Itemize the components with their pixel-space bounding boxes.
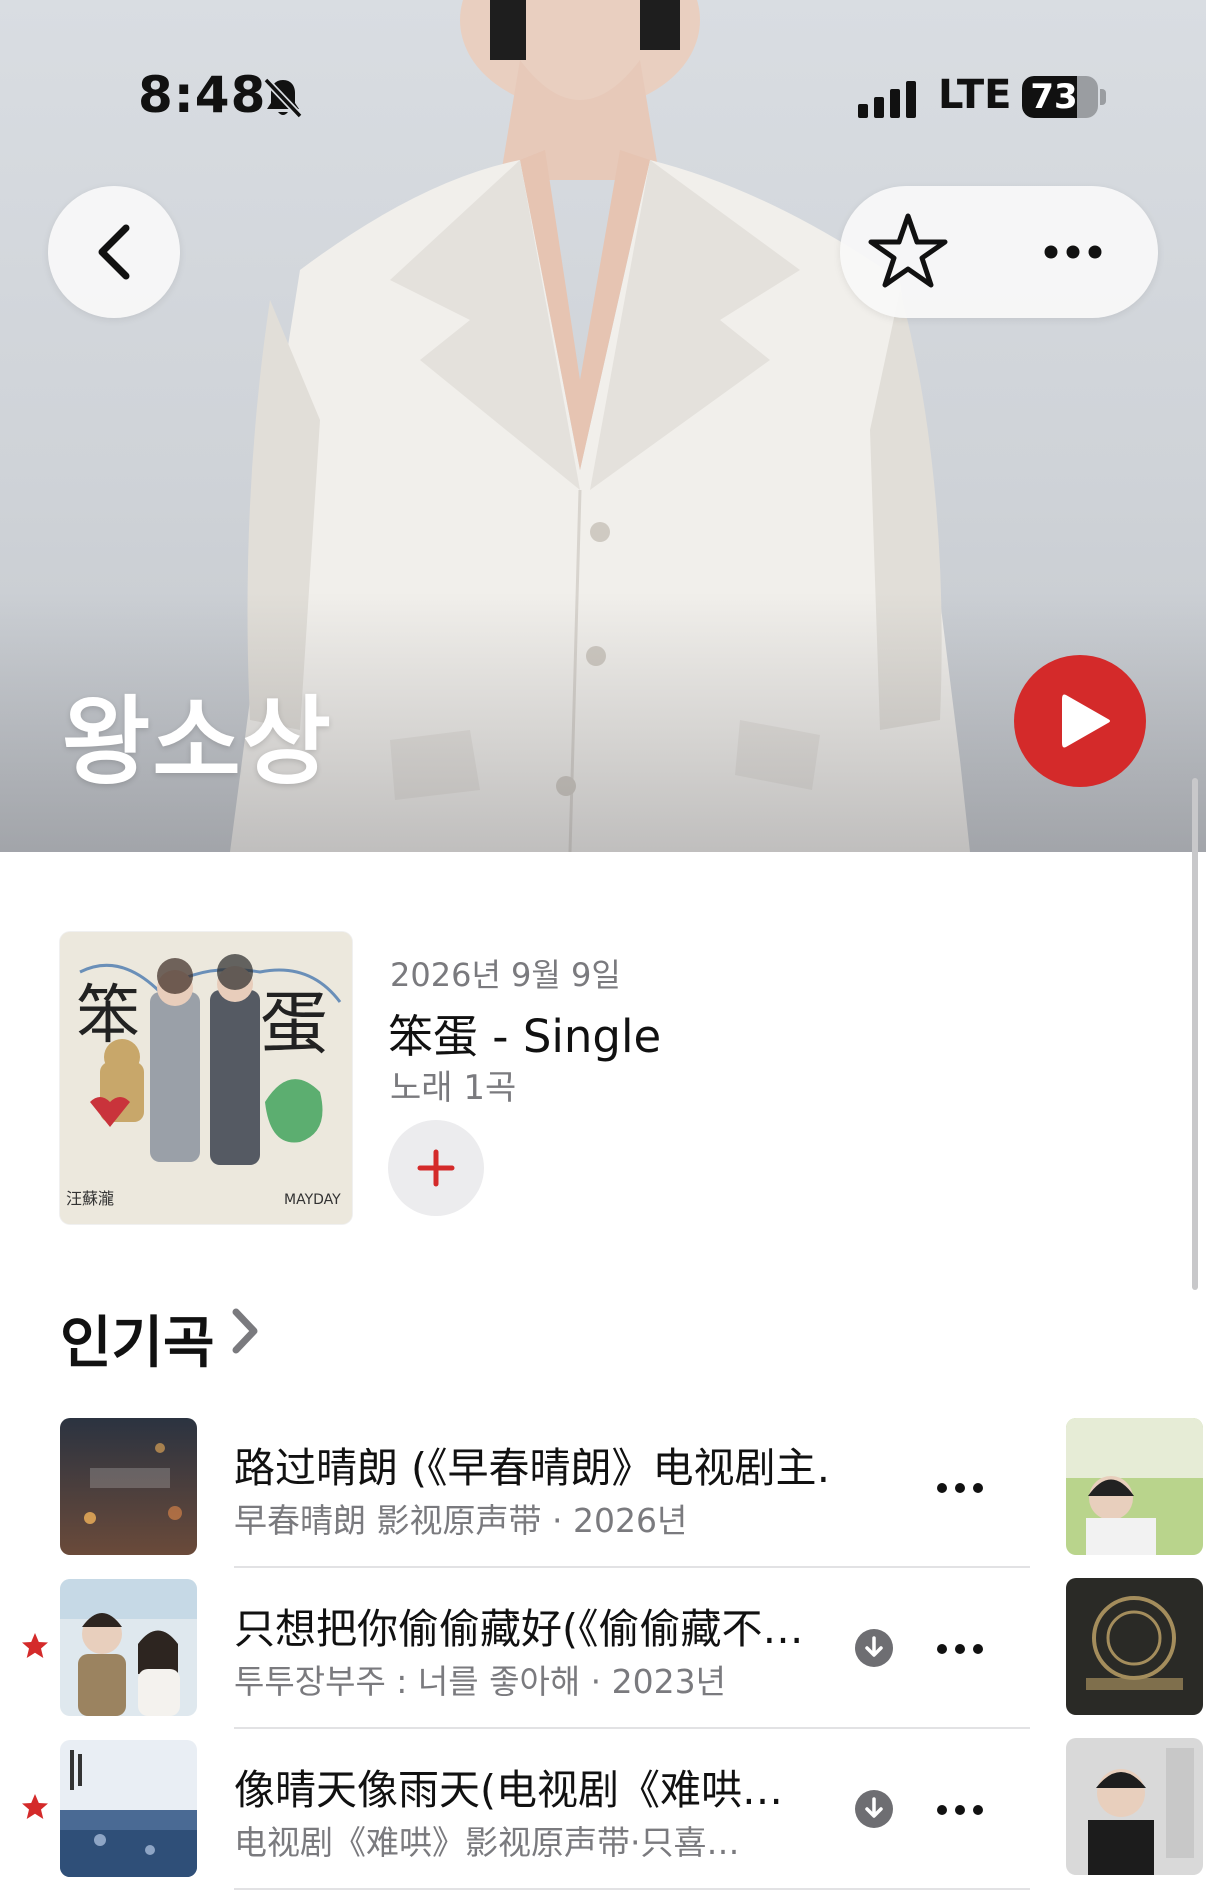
chevron-left-icon (98, 224, 130, 280)
song-subtitle: 투투장부주 : 너를 좋아해 · 2023년 (234, 1662, 726, 1701)
battery-indicator: 73 (1022, 76, 1098, 118)
ellipsis-icon[interactable] (930, 1466, 990, 1510)
download-circle-icon (855, 1790, 893, 1828)
album-art-title-right: 蛋 (260, 985, 328, 1064)
bell-slash-icon (263, 77, 303, 119)
ellipsis-icon[interactable] (930, 1627, 990, 1671)
play-icon (1062, 694, 1110, 748)
plus-icon (417, 1149, 455, 1187)
add-to-library-button[interactable] (388, 1120, 484, 1216)
release-track-count: 노래 1곡 (390, 1068, 517, 1108)
song-subtitle: 电视剧《难哄》影视原声带·只喜… (234, 1823, 740, 1862)
next-column-artwork[interactable] (1066, 1578, 1203, 1715)
scrollbar[interactable] (1192, 778, 1198, 1290)
song-title: 像晴天像雨天(电视剧《难哄… (234, 1766, 783, 1814)
ellipsis-icon[interactable] (930, 1788, 990, 1832)
song-title: 路过晴朗 (《早春晴朗》电视剧主… (234, 1444, 830, 1492)
star-filled-icon (22, 1633, 48, 1658)
song-artwork (60, 1418, 197, 1555)
song-artwork (60, 1579, 197, 1716)
song-row[interactable]: 只想把你偷偷藏好(《偷偷藏不… 투투장부주 : 너를 좋아해 · 2023년 (0, 1569, 1030, 1729)
chevron-right-icon[interactable] (228, 1306, 262, 1356)
network-type: LTE (938, 72, 1012, 118)
album-art: 笨 蛋 汪蘇瀧 MAYDAY (60, 932, 352, 1224)
battery-cap (1100, 89, 1106, 105)
header-actions (840, 186, 1158, 318)
cellular-signal-icon (858, 81, 916, 118)
back-button[interactable] (48, 186, 180, 318)
song-artwork (60, 1740, 197, 1877)
album-art-caption-right: MAYDAY (284, 1192, 341, 1208)
song-row[interactable]: 路过晴朗 (《早春晴朗》电视剧主… 早春晴朗 影视原声带 · 2026년 (0, 1408, 1030, 1568)
song-title: 只想把你偷偷藏好(《偷偷藏不… (234, 1605, 804, 1653)
status-time: 8:48 (138, 66, 267, 124)
star-filled-icon (22, 1794, 48, 1819)
row-divider (234, 1727, 1030, 1729)
ellipsis-icon[interactable] (1018, 204, 1128, 300)
row-divider (234, 1566, 1030, 1568)
song-row[interactable]: 像晴天像雨天(电视剧《难哄… 电视剧《难哄》影视原声带·只喜… (0, 1730, 1030, 1890)
star-outline-icon[interactable] (860, 204, 956, 300)
song-subtitle: 早春晴朗 影视原声带 · 2026년 (234, 1501, 688, 1540)
play-button[interactable] (1014, 655, 1146, 787)
battery-percent: 73 (1030, 77, 1078, 117)
album-cover[interactable]: 笨 蛋 汪蘇瀧 MAYDAY (60, 932, 352, 1224)
top-songs-heading[interactable]: 인기곡 (60, 1298, 215, 1379)
download-circle-icon (855, 1629, 893, 1667)
next-column-artwork[interactable] (1066, 1418, 1203, 1555)
release-date: 2026년 9월 9일 (390, 956, 621, 994)
album-art-caption-left: 汪蘇瀧 (66, 1189, 114, 1208)
next-column-artwork[interactable] (1066, 1738, 1203, 1875)
artist-name: 왕소상 (62, 686, 333, 798)
release-title[interactable]: 笨蛋 - Single (388, 1000, 661, 1065)
album-art-title-left: 笨 (76, 979, 140, 1053)
